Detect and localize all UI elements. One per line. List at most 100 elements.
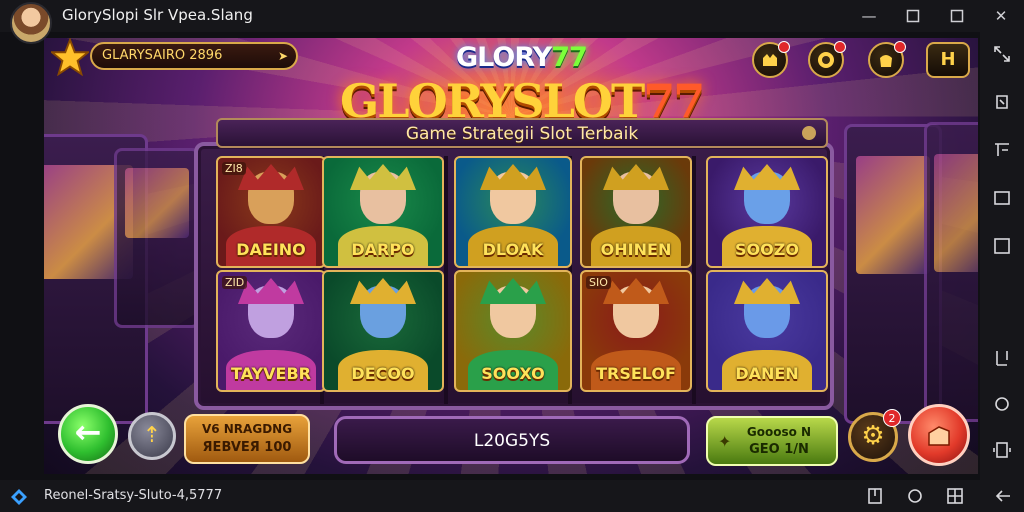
reel-symbol[interactable]: DLOAK [454, 156, 572, 268]
reel-symbol[interactable]: DECOO [322, 270, 444, 392]
help-button[interactable]: H [926, 42, 970, 78]
shop-icon [763, 54, 777, 66]
sidebar-screenshot-button[interactable] [990, 138, 1014, 162]
helmet-icon [350, 164, 416, 190]
autoplay-button[interactable]: ✦ Goooso N GEO 1/N [706, 416, 838, 466]
reel-symbol-name: DARPO [351, 240, 415, 259]
reel-symbol-name: TRSELOF [596, 364, 676, 383]
status-note-button[interactable] [864, 486, 886, 506]
sidebar-shake-button[interactable] [990, 438, 1014, 462]
helmet-icon [350, 278, 416, 304]
restore-button[interactable] [944, 4, 970, 28]
reel-symbol[interactable]: TAYVEBR ZID [216, 270, 326, 392]
bet-button[interactable]: V6 NRAGDNG ЯEBVEЯ 100 [184, 414, 310, 464]
win-display: L20G5YS [334, 416, 690, 464]
reel-symbol[interactable]: SOOXO [454, 270, 572, 392]
sidebar-expand-button[interactable] [990, 42, 1014, 66]
arcade-cabinet-left-back [114, 148, 200, 328]
helmet-icon [734, 164, 800, 190]
reel-symbol-name: DAEINO [236, 240, 306, 259]
bag-badge [894, 41, 906, 53]
sidebar-location-button[interactable] [990, 392, 1014, 416]
status-gamepad-button[interactable] [904, 486, 926, 506]
status-text: Reonel-Sratsy-Sluto-4,5777 [44, 488, 223, 503]
helmet-icon [603, 164, 669, 190]
brand-logo-small-text: GLORY [456, 42, 552, 73]
status-back-button[interactable] [992, 486, 1014, 506]
bet-line-2: ЯEBVEЯ 100 [202, 440, 292, 455]
reel-divider [692, 156, 696, 404]
helmet-icon [480, 164, 546, 190]
reel-symbol-name: SOOXO [481, 364, 545, 383]
subtitle: Game Strategii Slot Terbaik [405, 124, 639, 144]
reel-symbol-tag: SIO [586, 276, 611, 289]
reel-divider [444, 156, 448, 404]
reel-symbol-name: DLOAK [482, 240, 544, 259]
expand-icon [994, 46, 1010, 62]
star-icon [51, 38, 89, 76]
reel-symbol[interactable]: SOOZO [706, 156, 828, 268]
subtitle-bar: Game Strategii Slot Terbaik [216, 118, 828, 148]
helmet-icon [734, 278, 800, 304]
helmet-icon [603, 278, 669, 304]
multi-instance-icon [994, 238, 1010, 254]
screenshot-icon [995, 143, 1009, 156]
reel-symbol[interactable]: OHINEN [580, 156, 692, 268]
bet-line-1: V6 NRAGDNG [201, 422, 293, 436]
game-viewport[interactable]: GLARYSAIRO 2896 ➤ H GLORY77 GLORYSLOT77 … [44, 38, 978, 474]
status-grid-button[interactable] [944, 486, 966, 506]
reel-symbol[interactable]: TRSELOF SIO [580, 270, 692, 392]
sidebar-window-button[interactable] [990, 186, 1014, 210]
coin-badge [834, 41, 846, 53]
autoplay-line-1: Goooso N [746, 425, 812, 439]
sidebar-rotate-button[interactable] [990, 90, 1014, 114]
shop-button[interactable] [752, 41, 790, 78]
spin-button[interactable] [908, 404, 970, 466]
gamepad-icon [908, 489, 922, 503]
reel-symbol-name: SOOZO [735, 240, 799, 259]
close-button[interactable]: ✕ [988, 4, 1014, 28]
back-icon [995, 490, 1010, 502]
reel-symbol[interactable]: DAEINO ZI8 [216, 156, 326, 268]
maximize-icon [906, 9, 920, 23]
settings-badge: 2 [883, 409, 901, 427]
sidebar-keyboard-button[interactable] [990, 346, 1014, 370]
emulator-logo-icon [11, 489, 27, 505]
bag-icon [880, 55, 892, 67]
helmet-icon [238, 278, 304, 304]
brand-logo-small-number: 77 [551, 42, 588, 73]
sidebar-multi-button[interactable] [990, 234, 1014, 258]
shop-badge [778, 41, 790, 53]
balance-value: GLARYSAIRO 2896 [102, 48, 223, 63]
window-title: GlorySlopi Slr Vpea.Slang [62, 6, 253, 24]
spin-icon [928, 426, 950, 446]
shake-icon [993, 442, 1011, 458]
balance-display: GLARYSAIRO 2896 ➤ [90, 42, 298, 70]
win-display-text: L20G5YS [473, 431, 551, 451]
coin-button[interactable] [808, 41, 846, 78]
minimize-button[interactable]: — [856, 4, 882, 28]
keyboard-icon [996, 351, 1008, 366]
reel-symbol-name: DECOO [351, 364, 415, 383]
upload-icon: ⇡ [142, 423, 162, 448]
arcade-cabinet-right-back [924, 122, 978, 422]
reel-symbol-tag: ZID [222, 276, 248, 289]
app-avatar-icon [10, 2, 52, 44]
reel-symbol[interactable]: DANEN [706, 270, 828, 392]
bag-button[interactable] [868, 41, 906, 78]
brand-logo-small: GLORY77 [456, 42, 588, 73]
status-bar: Reonel-Sratsy-Sluto-4,5777 [0, 480, 1024, 512]
helmet-icon [238, 164, 304, 190]
bet-level-button[interactable]: ⇡ [128, 412, 176, 460]
settings-button[interactable]: ⚙ 2 [848, 409, 901, 462]
reel-symbol[interactable]: DARPO [322, 156, 444, 268]
back-arrow-icon: ← [74, 413, 102, 451]
maximize-button[interactable] [900, 4, 926, 28]
rotate-icon [996, 95, 1008, 109]
window-icon [994, 191, 1010, 205]
reel-symbol-name: TAYVEBR [231, 364, 311, 383]
back-button[interactable]: ← [58, 404, 118, 464]
grid-icon [947, 488, 963, 504]
helmet-icon [480, 278, 546, 304]
reel-symbol-tag: ZI8 [222, 162, 246, 175]
